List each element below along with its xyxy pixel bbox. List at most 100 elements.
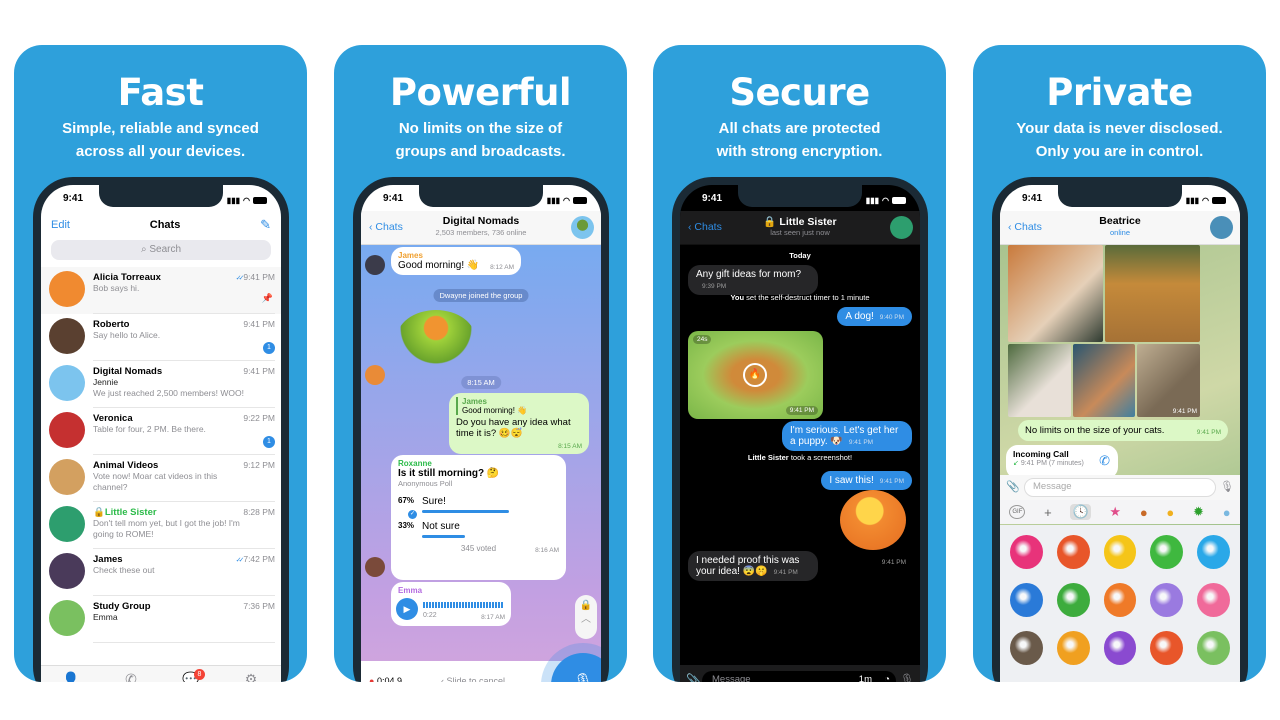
- chat-sender: Emma: [93, 612, 118, 622]
- sticker-pack-tab[interactable]: ●: [1223, 505, 1231, 520]
- message-bubble: Any gift ideas for mom?9:39 PM: [688, 265, 818, 295]
- chat-row[interactable]: Veronica Table for four, 2 PM. Be there.…: [41, 408, 281, 455]
- chat-row[interactable]: James Check these out 7:42 PM: [41, 549, 281, 596]
- add-sticker-icon[interactable]: +: [1044, 505, 1052, 520]
- microphone-icon[interactable]: 🎙: [900, 673, 914, 682]
- sticker-pack-tab[interactable]: ★: [1109, 504, 1121, 520]
- sticker[interactable]: [1103, 583, 1137, 617]
- chat-time: 9:41 PM: [243, 366, 275, 376]
- phone-mockup: 9:41 ▮▮▮ ◠ ‹ Chats Beatrice online 9:41 PM…: [992, 177, 1248, 682]
- poll-option[interactable]: 67% Sure! ✓: [398, 496, 559, 519]
- sticker[interactable]: [1197, 631, 1230, 665]
- tab-contacts[interactable]: 👤Contacts: [46, 671, 96, 682]
- microphone-icon[interactable]: 🎙: [1220, 480, 1234, 493]
- message-input[interactable]: Message: [1024, 478, 1216, 497]
- sleeping-avocado-sticker: [396, 310, 476, 370]
- panel-title: Secure: [729, 71, 870, 114]
- sticker[interactable]: [1150, 583, 1184, 617]
- input-bar: 📎 Message 1m ◔ 🎙: [680, 665, 920, 682]
- sticker-pack-tab[interactable]: ✹: [1193, 504, 1204, 520]
- avatar: [49, 459, 85, 495]
- attach-icon[interactable]: 📎: [1006, 480, 1020, 493]
- sticker[interactable]: [1056, 535, 1090, 569]
- phone-icon[interactable]: ✆: [1099, 453, 1110, 469]
- tab-settings[interactable]: ⚙Settings: [226, 671, 276, 682]
- avatar: [49, 318, 85, 354]
- chat-time: 8:28 PM: [243, 507, 275, 517]
- sticker[interactable]: [1010, 583, 1043, 617]
- fire-timer-icon: 🔥: [743, 363, 767, 387]
- tab-calls[interactable]: ✆Calls: [106, 671, 156, 682]
- chat-time: 9:41 PM: [243, 319, 275, 329]
- chat-title: Digital Nomads: [442, 215, 520, 227]
- chat-subtitle: last seen just now: [770, 228, 830, 237]
- lock-icon: 🔒: [579, 600, 593, 611]
- contact-avatar[interactable]: [890, 216, 913, 239]
- cat-photo: [1008, 245, 1103, 342]
- cat-photo: 9:41 PM: [1137, 344, 1200, 417]
- play-button[interactable]: ▶: [396, 598, 418, 620]
- sticker[interactable]: [1056, 631, 1090, 665]
- chat-row[interactable]: Roberto Say hello to Alice. 9:41 PM 1: [41, 314, 281, 361]
- panel-subtitle: All chats are protected with strong encry…: [716, 120, 883, 160]
- sticker[interactable]: [1197, 583, 1230, 617]
- sticker-time: 8:15 AM: [461, 376, 501, 389]
- chat-row[interactable]: Digital Nomads Jennie We just reached 2,…: [41, 361, 281, 408]
- chat-sender: Jennie: [93, 377, 119, 387]
- sticker[interactable]: [1197, 535, 1230, 569]
- phone-mockup: 9:41 ▮▮▮ ◠ ‹ Chats Digital Nomads 2,503 me…: [353, 177, 609, 682]
- chat-header: ‹ Chats Beatrice online: [1000, 211, 1240, 245]
- chat-preview: Vote now! Moar cat videos in this channe…: [93, 471, 218, 492]
- avatar: [49, 600, 85, 636]
- poll-option[interactable]: 33% Not sure: [398, 521, 559, 538]
- panel-title: Fast: [117, 71, 204, 114]
- gif-tab[interactable]: GIF: [1009, 505, 1026, 519]
- panel-title: Powerful: [389, 71, 572, 114]
- microphone-icon: 🎙: [573, 674, 593, 682]
- sticker[interactable]: [1010, 631, 1043, 665]
- chat-row[interactable]: Study Group Emma 7:36 PM: [41, 596, 281, 643]
- phone-mockup: 9:41 ▮▮▮ ◠ Edit Chats ✎ ⌕ Search Alicia To…: [33, 177, 289, 682]
- sticker[interactable]: [1103, 631, 1137, 665]
- sticker[interactable]: [1056, 583, 1090, 617]
- group-avatar[interactable]: [571, 216, 594, 239]
- tab-chats[interactable]: 💬Chats8: [166, 669, 216, 682]
- chat-preview: Check these out: [93, 565, 155, 575]
- incoming-arrow-icon: ↙: [1013, 460, 1019, 467]
- chat-subtitle: online: [1109, 228, 1131, 237]
- sticker-pack-tab[interactable]: ●: [1166, 505, 1174, 520]
- gear-icon: ⚙: [244, 671, 258, 682]
- chat-subtitle: 2,503 members, 736 online: [435, 228, 527, 237]
- edit-button[interactable]: Edit: [51, 219, 70, 231]
- avatar: [49, 271, 85, 307]
- chat-header: ‹ Chats 🔒 Little Sister last seen just n…: [680, 211, 920, 245]
- self-destruct-photo[interactable]: 24s 🔥 9:41 PM: [688, 331, 823, 419]
- photo-album[interactable]: 9:41 PM: [1008, 245, 1200, 417]
- avatar: [49, 412, 85, 448]
- unread-badge: 1: [263, 342, 275, 354]
- sticker[interactable]: [1150, 535, 1184, 569]
- chat-row[interactable]: Alicia Torreaux Bob says hi. 9:41 PM 📌: [41, 267, 281, 314]
- chat-preview: Table for four, 2 PM. Be there.: [93, 424, 206, 434]
- message-bubble: I'm serious. Let's get her a puppy. 🐶 9:4…: [782, 421, 912, 451]
- system-message: You set the self-destruct timer to 1 min…: [730, 293, 870, 302]
- recent-stickers-icon[interactable]: 🕓: [1070, 504, 1091, 520]
- chat-row[interactable]: 🔒Little Sister Don't tell mom yet, but I…: [41, 502, 281, 549]
- slide-to-cancel[interactable]: ‹ Slide to cancel: [441, 676, 505, 682]
- message-input[interactable]: Message 1m ◔: [702, 671, 896, 682]
- lock-icon: 🔒: [763, 216, 777, 228]
- attach-icon[interactable]: 📎: [686, 673, 701, 682]
- lock-recording-button[interactable]: 🔒 ︿: [575, 595, 597, 639]
- sticker[interactable]: [1150, 631, 1184, 665]
- sticker[interactable]: [1103, 535, 1137, 569]
- system-message: Little Sister took a screenshot!: [747, 453, 853, 462]
- page-title: Chats: [149, 219, 181, 231]
- compose-icon[interactable]: ✎: [260, 217, 271, 233]
- search-input[interactable]: ⌕ Search: [51, 240, 271, 260]
- contact-avatar[interactable]: [1210, 216, 1233, 239]
- cat-photo: [1072, 344, 1136, 417]
- sticker-tabs: GIF + 🕓 ★ ● ● ✹ ●: [1000, 500, 1240, 524]
- chat-row[interactable]: Animal Videos Vote now! Moar cat videos …: [41, 455, 281, 502]
- sticker-pack-tab[interactable]: ●: [1140, 505, 1148, 520]
- sticker[interactable]: [1010, 535, 1043, 569]
